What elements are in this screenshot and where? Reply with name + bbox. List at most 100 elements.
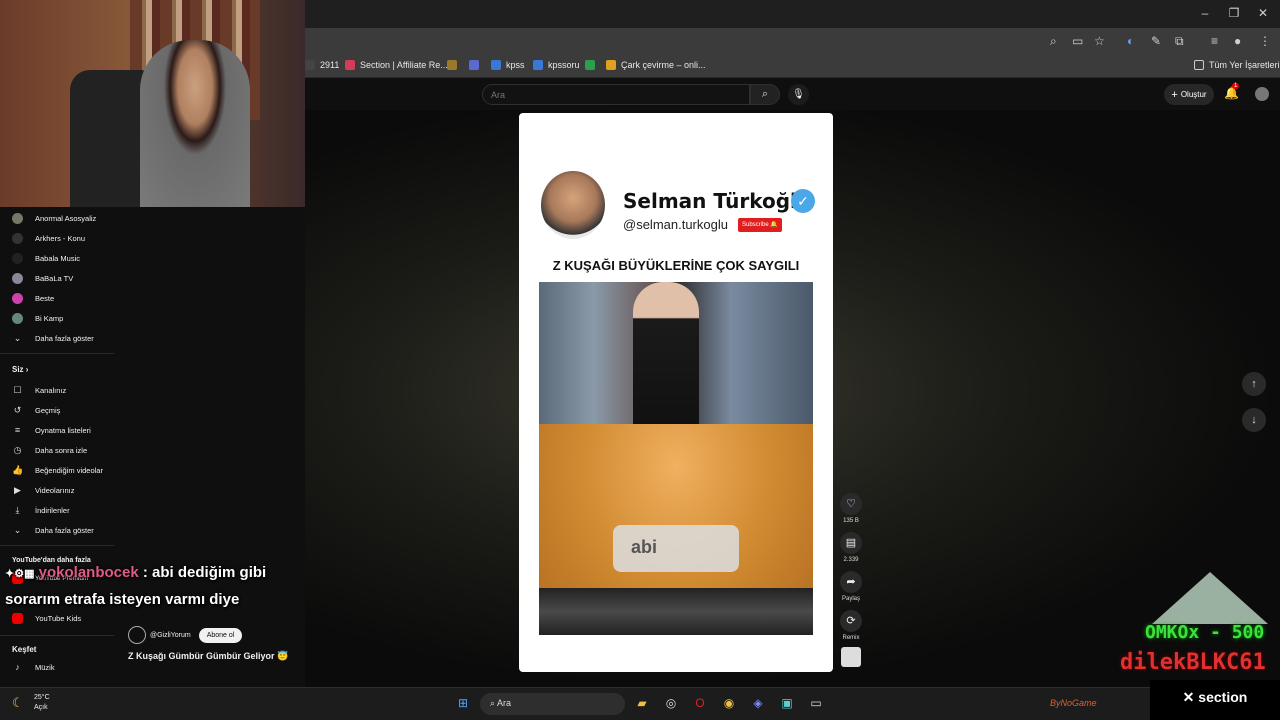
star-icon[interactable]: ☆ [1094, 34, 1105, 48]
subscribe-button[interactable]: Abone ol [198, 627, 243, 643]
search-icon: ⌕ [761, 88, 769, 100]
notifications-button[interactable]: 🔔 1 [1224, 83, 1240, 100]
bookmark-favicon [585, 60, 595, 70]
you-heading[interactable]: Siz › [12, 365, 28, 374]
like-button[interactable]: ♡ [840, 493, 862, 515]
bookmark-favicon [606, 60, 616, 70]
next-short-button[interactable]: ↓ [1242, 408, 1266, 432]
sidebar-item-youtube-kids[interactable]: YouTube Kids [12, 613, 81, 624]
bookmark-favicon [305, 60, 315, 70]
shorts-video[interactable]: Selman Türkoğlu ✓ @selman.turkoglu Subsc… [519, 113, 833, 672]
bookmark-item[interactable]: Çark çevirme – onli... [606, 60, 706, 70]
explore-heading: Keşfet [12, 645, 37, 654]
channel-icon: ☐ [13, 385, 22, 395]
sidebar-item-playlists[interactable]: ≡ Oynatma listeleri [12, 425, 91, 436]
search-input[interactable] [482, 84, 750, 105]
discord-icon[interactable]: ◈ [749, 694, 767, 712]
file-explorer-icon[interactable]: ▰ [633, 694, 651, 712]
sidebar-item-your-videos[interactable]: ▶ Videolarınız [12, 485, 74, 496]
app-icon[interactable]: ▣ [778, 694, 796, 712]
sidebar-item-music[interactable]: ♪ Müzik [12, 662, 54, 673]
sidebar-item-history[interactable]: ↺ Geçmiş [12, 405, 61, 416]
restore-icon[interactable]: ❐ [1225, 6, 1243, 20]
extension-audio-icon[interactable]: ◐ [1127, 34, 1134, 48]
bookmark-item[interactable] [447, 60, 462, 70]
weather-widget[interactable]: 25°C Açık [34, 693, 50, 713]
opera-icon[interactable]: O [691, 694, 709, 712]
bookmark-item[interactable] [585, 60, 600, 70]
sidebar-subscription[interactable]: Anormal Asosyaliz [12, 213, 96, 224]
donor-name-top: OMKOx - 500 [1145, 622, 1265, 643]
video-caption: abi [613, 525, 739, 572]
arrow-up-icon: ↑ [1251, 378, 1257, 390]
remix-button[interactable]: ⟳ [840, 610, 862, 632]
bookmark-item[interactable]: kpss [491, 60, 525, 70]
chrome-icon[interactable]: ◉ [720, 694, 738, 712]
chat-badge-icons: ✦⚙▦ [5, 568, 35, 580]
section-sponsor-logo: ✕ section [1150, 680, 1280, 720]
taskbar-search[interactable]: ⌕ Ara [480, 693, 625, 715]
subscribe-badge: Subscribe 🔔 [738, 218, 782, 232]
video-headline: Z KUŞAĞI BÜYÜKLERİNE ÇOK SAYGILI [552, 258, 800, 273]
sidebar: Anormal Asosyaliz Arkhers - Konu Babala … [0, 207, 114, 687]
previous-short-button[interactable]: ↑ [1242, 372, 1266, 396]
puzzle-icon[interactable]: ⧉ [1175, 34, 1184, 49]
sidebar-subscription[interactable]: Beste [12, 293, 54, 304]
show-more-you[interactable]: ⌄ Daha fazla göster [12, 525, 94, 536]
sidebar-subscription[interactable]: Bi Kamp [12, 313, 63, 324]
chat-text-line1: : abi dediğim gibi [138, 564, 267, 581]
folder-icon [1194, 60, 1204, 70]
account-avatar[interactable] [1255, 87, 1269, 101]
video-icon: ▶ [14, 485, 21, 495]
bookmark-favicon [469, 60, 479, 70]
zoom-icon[interactable]: ⌕ [1050, 34, 1057, 49]
audio-avatar[interactable] [841, 647, 861, 667]
sidebar-item-downloads[interactable]: ⤓ İndirilenler [12, 505, 70, 516]
uploader-avatar[interactable] [128, 626, 146, 644]
bookmark-item[interactable]: Section | Affiliate Re... [345, 60, 448, 70]
bookmark-item[interactable]: 2911 [305, 60, 339, 70]
create-button[interactable]: + Oluştur [1164, 84, 1214, 105]
all-bookmarks-folder[interactable]: Tüm Yer İşaretleri [1194, 60, 1280, 70]
sidebar-item-liked[interactable]: 👍 Beğendiğim videolar [12, 465, 103, 476]
mic-button[interactable]: 🎙 [788, 84, 809, 105]
search-button[interactable]: ⌕ [750, 84, 780, 105]
search-icon: ⌕ [490, 698, 498, 708]
screen: – ❐ ✕ ⌕ ▭ ☆ ◐ ✎ ⧉ ≡ ● ⋮ 2911 Section | A… [0, 0, 1280, 720]
child-figure [633, 282, 699, 424]
chevron-down-icon: ⌄ [13, 333, 22, 343]
remix-label: Remix [842, 635, 860, 641]
windows-start-icon[interactable]: ⊞ [454, 694, 472, 712]
sidebar-item-watch-later[interactable]: ◷ Daha sonra izle [12, 445, 88, 456]
sidebar-subscription[interactable]: Arkhers - Konu [12, 233, 85, 244]
cast-icon[interactable]: ▭ [1072, 34, 1083, 48]
sidebar-subscription[interactable]: Babala Music [12, 253, 80, 264]
short-title: Z Kuşağı Gümbür Gümbür Geliyor 😇 [128, 651, 289, 661]
comment-button[interactable]: ▤ [840, 532, 862, 554]
channel-avatar [12, 293, 23, 304]
media-icon[interactable]: ≡ [1211, 34, 1218, 48]
bookmark-item[interactable]: kpssoru [533, 60, 580, 70]
verified-icon: ✓ [791, 189, 815, 213]
youtube-kids-icon [12, 613, 23, 624]
close-icon[interactable]: ✕ [1254, 6, 1272, 20]
show-more-subscriptions[interactable]: ⌄ Daha fazla göster [12, 333, 94, 344]
streamer [140, 40, 250, 207]
terminal-icon[interactable]: ▭ [807, 694, 825, 712]
uploader-name[interactable]: @GizliYorum [150, 632, 191, 639]
comment-icon: ▤ [845, 537, 857, 549]
chat-username: yokolanbocek [38, 564, 139, 581]
sidebar-item-channel[interactable]: ☐ Kanalınız [12, 385, 66, 396]
pen-icon[interactable]: ✎ [1151, 34, 1161, 48]
minimize-icon[interactable]: – [1196, 6, 1214, 20]
sidebar-subscription[interactable]: BaBaLa TV [12, 273, 73, 284]
table-edge [539, 588, 813, 635]
channel-avatar [541, 171, 605, 239]
share-button[interactable]: ➦ [840, 571, 862, 593]
app-icon[interactable]: ◎ [662, 694, 680, 712]
profile-avatar[interactable]: ● [1234, 34, 1241, 48]
bookmark-item[interactable] [469, 60, 484, 70]
divider [0, 353, 114, 354]
menu-icon[interactable]: ⋮ [1259, 34, 1271, 48]
bookmark-favicon [491, 60, 501, 70]
